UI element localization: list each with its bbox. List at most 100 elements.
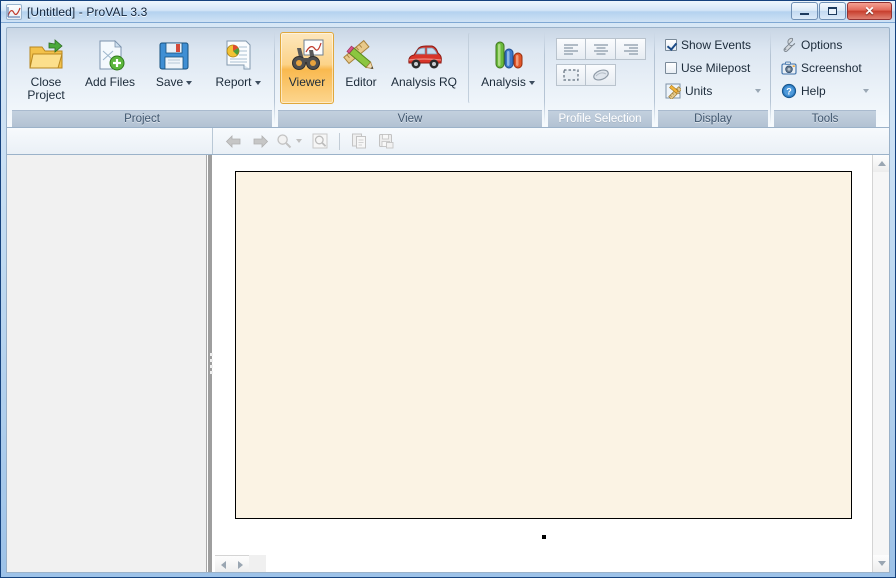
chevron-down-icon[interactable] xyxy=(528,81,535,85)
horizontal-scroll-row xyxy=(215,555,872,572)
close-button[interactable]: ✕ xyxy=(847,2,892,20)
toolbar-buttons xyxy=(213,128,889,154)
checkbox-checked-icon xyxy=(665,39,677,51)
selection-button-row xyxy=(556,64,646,86)
options-button[interactable]: Options xyxy=(776,34,874,56)
view-toolbar xyxy=(6,128,890,155)
document-add-icon xyxy=(91,38,129,74)
plot-panel[interactable] xyxy=(235,171,852,519)
red-car-icon xyxy=(405,38,443,74)
dashed-selection-icon xyxy=(556,64,586,86)
ruler-pencil-icon xyxy=(665,83,682,100)
ribbon-group-profile-selection: Profile Selection xyxy=(544,29,655,127)
add-files-button[interactable]: Add Files xyxy=(78,32,142,104)
chevron-down-icon[interactable] xyxy=(755,89,761,93)
align-right-icon xyxy=(616,38,646,60)
minimize-icon xyxy=(800,13,809,15)
options-label: Options xyxy=(801,38,843,52)
window-title: [Untitled] - ProVAL 3.3 xyxy=(27,4,148,19)
align-left-icon xyxy=(556,38,586,60)
editor-button[interactable]: Editor xyxy=(334,32,388,104)
chevron-down-icon[interactable] xyxy=(254,81,261,85)
show-events-label: Show Events xyxy=(681,38,752,52)
client-area xyxy=(6,155,890,573)
save-image-button[interactable] xyxy=(374,130,398,153)
help-menu-button[interactable]: ? Help xyxy=(776,80,874,102)
scrollbar-corner xyxy=(249,555,266,572)
scroll-left-arrow[interactable] xyxy=(215,556,232,572)
center-dot xyxy=(541,535,546,539)
title-bar: [Untitled] - ProVAL 3.3 ✕ xyxy=(1,1,895,23)
wrench-icon xyxy=(781,37,797,53)
close-icon: ✕ xyxy=(864,4,875,18)
eraser-icon xyxy=(586,64,616,86)
units-label: Units xyxy=(685,84,713,98)
proval-chart-icon xyxy=(6,3,22,20)
chevron-down-icon[interactable] xyxy=(863,89,869,93)
binoculars-icon xyxy=(288,38,326,74)
maximize-icon xyxy=(828,7,837,15)
canvas-area[interactable] xyxy=(215,155,872,555)
camera-icon xyxy=(781,60,797,76)
report-chart-icon xyxy=(219,38,257,74)
panel-splitter[interactable] xyxy=(207,155,215,572)
navigate-forward-button[interactable] xyxy=(248,130,272,153)
align-center-icon xyxy=(586,38,616,60)
toolbar-separator xyxy=(339,132,340,150)
maximize-button[interactable] xyxy=(819,2,846,20)
ribbon-group-label-profile-selection: Profile Selection xyxy=(548,110,652,127)
save-label: Save xyxy=(155,75,184,89)
analysis-button[interactable]: Analysis xyxy=(468,32,540,104)
viewer-button[interactable]: Viewer xyxy=(280,32,334,104)
units-menu-button[interactable]: Units xyxy=(660,80,766,102)
help-label: Help xyxy=(801,84,826,98)
chevron-down-icon[interactable] xyxy=(186,81,193,85)
viewer-label: Viewer xyxy=(288,75,326,89)
bar-chart-icon xyxy=(489,38,527,74)
navigate-back-button[interactable] xyxy=(221,130,245,153)
zoom-to-selection-button[interactable] xyxy=(308,130,332,153)
scroll-up-arrow[interactable] xyxy=(873,155,889,172)
save-button[interactable]: Save xyxy=(142,32,206,104)
ribbon-group-project: Close Project Add Files Save Report Proj… xyxy=(9,29,275,127)
add-files-label: Add Files xyxy=(84,75,136,89)
analysis-rq-button[interactable]: Analysis RQ xyxy=(388,32,460,104)
ribbon-group-label-tools: Tools xyxy=(774,110,876,127)
checkbox-unchecked-icon xyxy=(665,62,677,74)
zoom-button[interactable] xyxy=(275,130,293,153)
window-controls: ✕ xyxy=(791,2,892,20)
vertical-scroll-track[interactable] xyxy=(873,172,889,555)
ribbon-group-tools: Options Screenshot ? Help Tools xyxy=(770,29,879,127)
ribbon-group-label-project: Project xyxy=(12,110,272,127)
close-project-label: Close Project xyxy=(27,75,65,102)
scroll-right-arrow[interactable] xyxy=(232,556,249,572)
use-milepost-checkbox[interactable]: Use Milepost xyxy=(660,57,766,79)
floppy-disk-icon xyxy=(155,38,193,74)
use-milepost-label: Use Milepost xyxy=(681,61,751,75)
profile-viewer-canvas[interactable] xyxy=(215,155,872,572)
ribbon-group-label-display: Display xyxy=(658,110,768,127)
alignment-button-row xyxy=(556,38,646,60)
report-label: Report xyxy=(215,75,252,89)
splitter-grip[interactable] xyxy=(209,353,213,374)
close-project-button[interactable]: Close Project xyxy=(14,32,78,104)
chevron-down-icon[interactable] xyxy=(296,139,302,143)
horizontal-scrollbar[interactable] xyxy=(215,555,249,572)
svg-text:?: ? xyxy=(786,87,792,97)
screenshot-button[interactable]: Screenshot xyxy=(776,57,874,79)
ribbon-group-display: Show Events Use Milepost Units Display xyxy=(654,29,771,127)
pencil-ruler-icon xyxy=(342,38,380,74)
report-button[interactable]: Report xyxy=(206,32,270,104)
copy-button[interactable] xyxy=(347,130,371,153)
minimize-button[interactable] xyxy=(791,2,818,20)
analysis-label: Analysis xyxy=(481,75,526,89)
open-folder-icon xyxy=(27,38,65,74)
project-explorer-panel[interactable] xyxy=(7,155,207,572)
scroll-down-arrow[interactable] xyxy=(873,555,889,572)
application-window: [Untitled] - ProVAL 3.3 ✕ Close Project … xyxy=(0,0,896,578)
vertical-scrollbar[interactable] xyxy=(872,155,889,572)
show-events-checkbox[interactable]: Show Events xyxy=(660,34,766,56)
help-question-icon: ? xyxy=(781,83,797,99)
ribbon-group-view: Viewer Editor Analysis RQ Analysis View xyxy=(274,29,545,127)
toolbar-left-spacer xyxy=(7,128,213,154)
